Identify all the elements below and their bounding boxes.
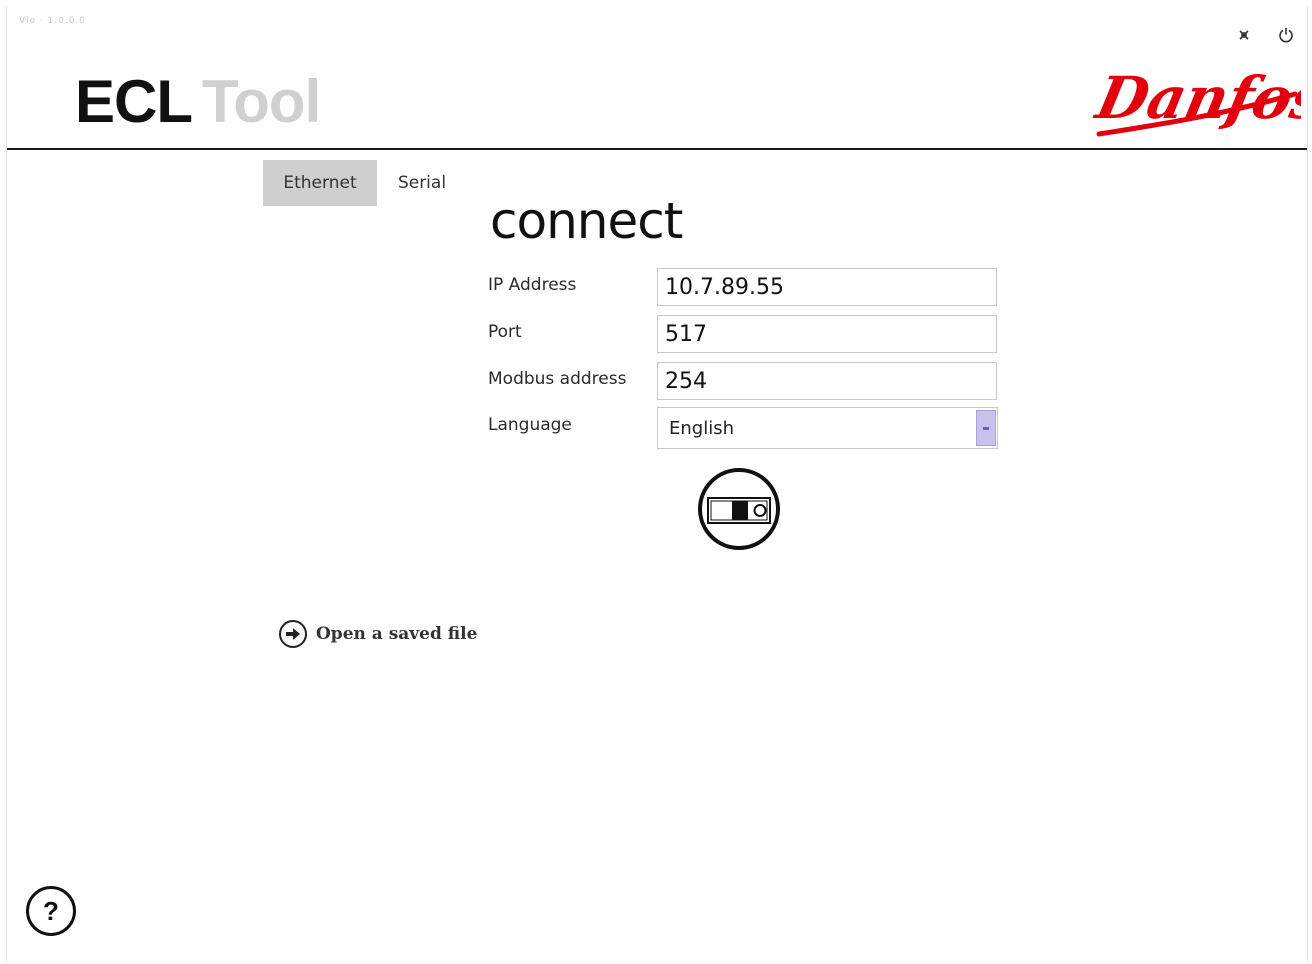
tab-serial-label: Serial (397, 173, 447, 193)
ip-address-input[interactable] (657, 268, 997, 306)
dropdown-arrow-icon[interactable] (976, 410, 996, 446)
port-label: Port (488, 322, 522, 342)
port-input[interactable] (657, 315, 997, 353)
tab-serial[interactable]: Serial (387, 160, 457, 206)
ip-address-label: IP Address (488, 275, 577, 295)
arrow-circle-right-icon (279, 620, 307, 648)
header: Vio · 1.0.0.0 ECL Tool Danfoss (7, 6, 1312, 150)
language-select[interactable]: English (657, 407, 998, 449)
page-title: connect (490, 192, 683, 250)
app-title-primary: ECL (75, 68, 193, 135)
pin-button[interactable] (1233, 24, 1255, 46)
connect-button[interactable] (697, 467, 781, 551)
tab-ethernet[interactable]: Ethernet (263, 160, 377, 206)
open-saved-file-link[interactable]: Open a saved file (278, 619, 477, 649)
help-icon: ? (26, 886, 76, 936)
pin-icon (1239, 30, 1249, 40)
tab-ethernet-label: Ethernet (283, 173, 357, 193)
modbus-address-label: Modbus address (488, 369, 627, 389)
titlebar-text: Vio · 1.0.0.0 (19, 16, 87, 26)
app-title-secondary: Tool (202, 68, 321, 135)
controller-connect-icon (698, 468, 780, 550)
app-title: ECL Tool (75, 72, 321, 132)
power-button[interactable] (1275, 24, 1297, 46)
svg-text:?: ? (43, 896, 59, 926)
app-window: Vio · 1.0.0.0 ECLTool Danfoss Ethernet (6, 6, 1312, 962)
svg-text:Danfoss: Danfoss (1089, 64, 1301, 132)
open-saved-file-label: Open a saved file (316, 624, 478, 644)
help-button[interactable]: ? (25, 885, 77, 937)
power-icon (1279, 28, 1293, 43)
language-label: Language (488, 415, 572, 435)
language-select-value: English (669, 418, 734, 439)
danfoss-logo: Danfoss (1089, 56, 1312, 150)
modbus-address-input[interactable] (657, 362, 997, 400)
